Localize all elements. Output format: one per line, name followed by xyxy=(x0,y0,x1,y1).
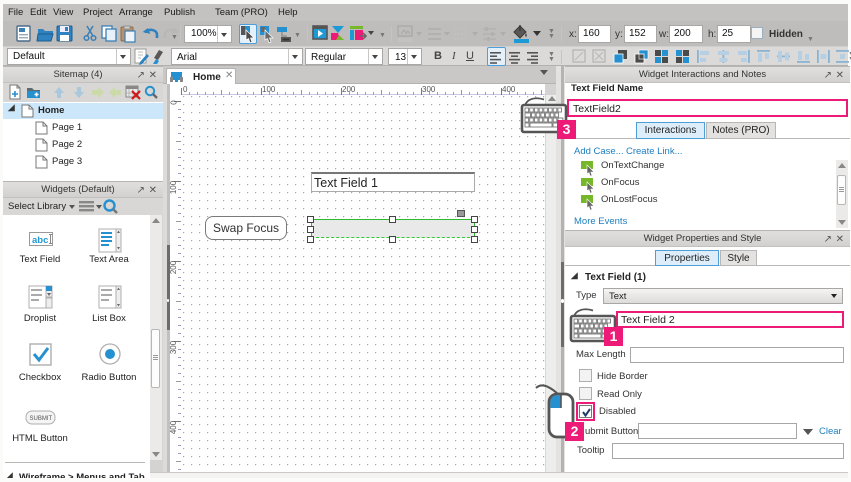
svg-text:abc: abc xyxy=(32,235,48,246)
svg-text:SUBMIT: SUBMIT xyxy=(30,416,53,422)
